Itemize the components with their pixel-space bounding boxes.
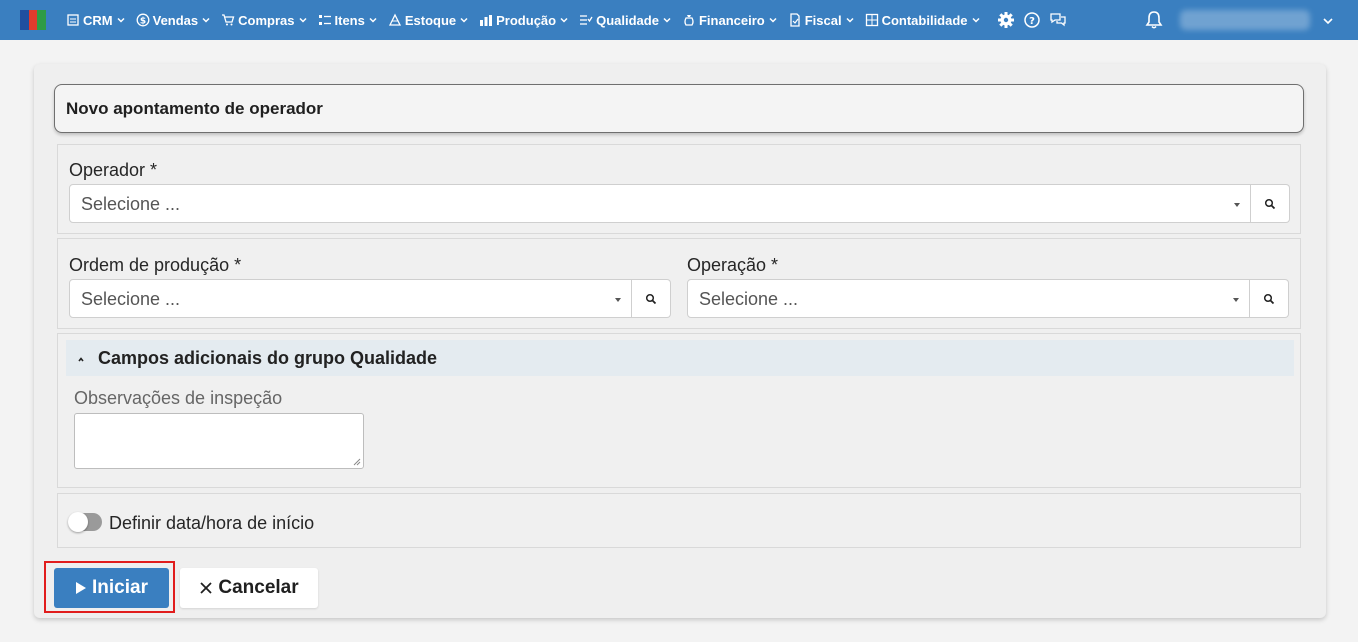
- ordem-operacao-section: Ordem de produção * Selecione ... Operaç…: [57, 238, 1301, 329]
- operador-search-button[interactable]: [1251, 184, 1290, 223]
- page-title: Novo apontamento de operador: [66, 99, 323, 118]
- gear-icon[interactable]: [997, 11, 1015, 29]
- user-name-redacted[interactable]: [1180, 10, 1310, 30]
- obs-textarea[interactable]: [74, 413, 364, 469]
- menu-itens[interactable]: Itens: [318, 13, 378, 28]
- chevron-down-icon: [460, 17, 468, 23]
- menu-qualidade[interactable]: Qualidade: [579, 13, 672, 28]
- close-icon: [200, 582, 212, 594]
- ordem-search-button[interactable]: [632, 279, 671, 318]
- start-time-section: Definir data/hora de início: [57, 493, 1301, 548]
- search-icon: [1263, 293, 1275, 304]
- menu-label: Itens: [334, 12, 365, 28]
- operacao-placeholder: Selecione ...: [699, 289, 799, 309]
- chevron-down-icon[interactable]: [1322, 15, 1334, 27]
- toggle-knob: [68, 512, 88, 532]
- search-icon: [1264, 198, 1276, 209]
- chevron-down-icon: [663, 17, 671, 23]
- cancel-button[interactable]: Cancelar: [180, 568, 318, 608]
- finance-icon: [684, 15, 694, 26]
- stock-icon: [388, 13, 401, 26]
- chevron-down-icon: [298, 17, 307, 23]
- chevron-down-icon: [972, 17, 980, 23]
- menu-vendas[interactable]: $ Vendas: [136, 13, 212, 28]
- accounting-icon: [865, 13, 878, 27]
- quality-icon: [580, 15, 593, 25]
- resize-grip-icon[interactable]: [353, 458, 361, 466]
- menu-producao[interactable]: Produção: [479, 13, 569, 28]
- cancel-button-label: Cancelar: [218, 577, 299, 598]
- dollar-icon: $: [136, 13, 150, 27]
- production-icon: [480, 15, 493, 26]
- fiscal-icon: [790, 13, 800, 27]
- menu-fiscal[interactable]: Fiscal: [788, 13, 855, 28]
- card-header: Novo apontamento de operador: [54, 84, 1304, 133]
- menu-label: Financeiro: [698, 12, 765, 28]
- operacao-label: Operação *: [687, 255, 779, 275]
- start-time-label: Definir data/hora de início: [109, 513, 315, 533]
- obs-label: Observações de inspeção: [74, 388, 283, 408]
- crm-icon: [67, 14, 79, 26]
- start-button[interactable]: Iniciar: [54, 568, 169, 608]
- chevron-down-icon: [846, 17, 854, 23]
- caret-down-icon: [1234, 203, 1240, 207]
- chat-icon[interactable]: [1049, 11, 1067, 29]
- chevron-down-icon: [202, 17, 210, 23]
- quality-group-toggle[interactable]: Campos adicionais do grupo Qualidade: [66, 340, 1294, 376]
- menu-label: Compras: [238, 12, 295, 28]
- menu-label: Estoque: [404, 12, 457, 28]
- chevron-down-icon: [769, 17, 777, 23]
- cart-icon: [222, 14, 235, 26]
- menu-label: Fiscal: [804, 12, 842, 28]
- menu-compras[interactable]: Compras: [221, 13, 307, 28]
- caret-down-icon: [615, 298, 621, 302]
- main-menu: CRM $ Vendas Compras Itens Estoque Produ…: [66, 0, 1075, 40]
- quality-group-section: Campos adicionais do grupo Qualidade Obs…: [57, 333, 1301, 488]
- operador-select[interactable]: Selecione ...: [69, 184, 1251, 223]
- start-time-toggle[interactable]: [68, 512, 102, 532]
- chevron-down-icon: [369, 17, 377, 23]
- chevron-up-icon: [78, 357, 84, 362]
- menu-financeiro[interactable]: Financeiro: [682, 13, 778, 28]
- ordem-select[interactable]: Selecione ...: [69, 279, 632, 318]
- menu-label: Vendas: [152, 12, 199, 28]
- svg-text:?: ?: [1029, 16, 1035, 27]
- operacao-select[interactable]: Selecione ...: [687, 279, 1250, 318]
- ordem-placeholder: Selecione ...: [81, 289, 181, 309]
- operacao-search-button[interactable]: [1250, 279, 1289, 318]
- help-icon[interactable]: ?: [1023, 11, 1041, 29]
- search-icon: [645, 293, 657, 304]
- quality-group-title: Campos adicionais do grupo Qualidade: [98, 348, 438, 368]
- menu-estoque[interactable]: Estoque: [388, 13, 469, 28]
- operador-section: Operador * Selecione ...: [57, 144, 1301, 234]
- ordem-label: Ordem de produção *: [69, 255, 242, 275]
- bell-icon[interactable]: [1144, 10, 1164, 30]
- app-logo[interactable]: [20, 10, 47, 30]
- svg-text:$: $: [139, 17, 145, 27]
- form-card: Novo apontamento de operador Operador * …: [34, 64, 1326, 618]
- chevron-down-icon: [117, 17, 125, 23]
- menu-contabilidade[interactable]: Contabilidade: [865, 13, 981, 28]
- play-icon: [76, 582, 86, 594]
- chevron-down-icon: [560, 17, 568, 23]
- menu-label: Contabilidade: [881, 12, 968, 28]
- menu-label: CRM: [83, 12, 113, 28]
- operador-placeholder: Selecione ...: [81, 194, 181, 214]
- menu-crm[interactable]: CRM: [66, 13, 126, 28]
- menu-label: Qualidade: [596, 12, 659, 28]
- start-button-label: Iniciar: [92, 577, 148, 598]
- items-icon: [318, 15, 331, 25]
- operador-label: Operador *: [69, 160, 158, 180]
- menu-label: Produção: [496, 12, 557, 28]
- caret-down-icon: [1233, 298, 1239, 302]
- top-navbar: CRM $ Vendas Compras Itens Estoque Produ…: [0, 0, 1358, 40]
